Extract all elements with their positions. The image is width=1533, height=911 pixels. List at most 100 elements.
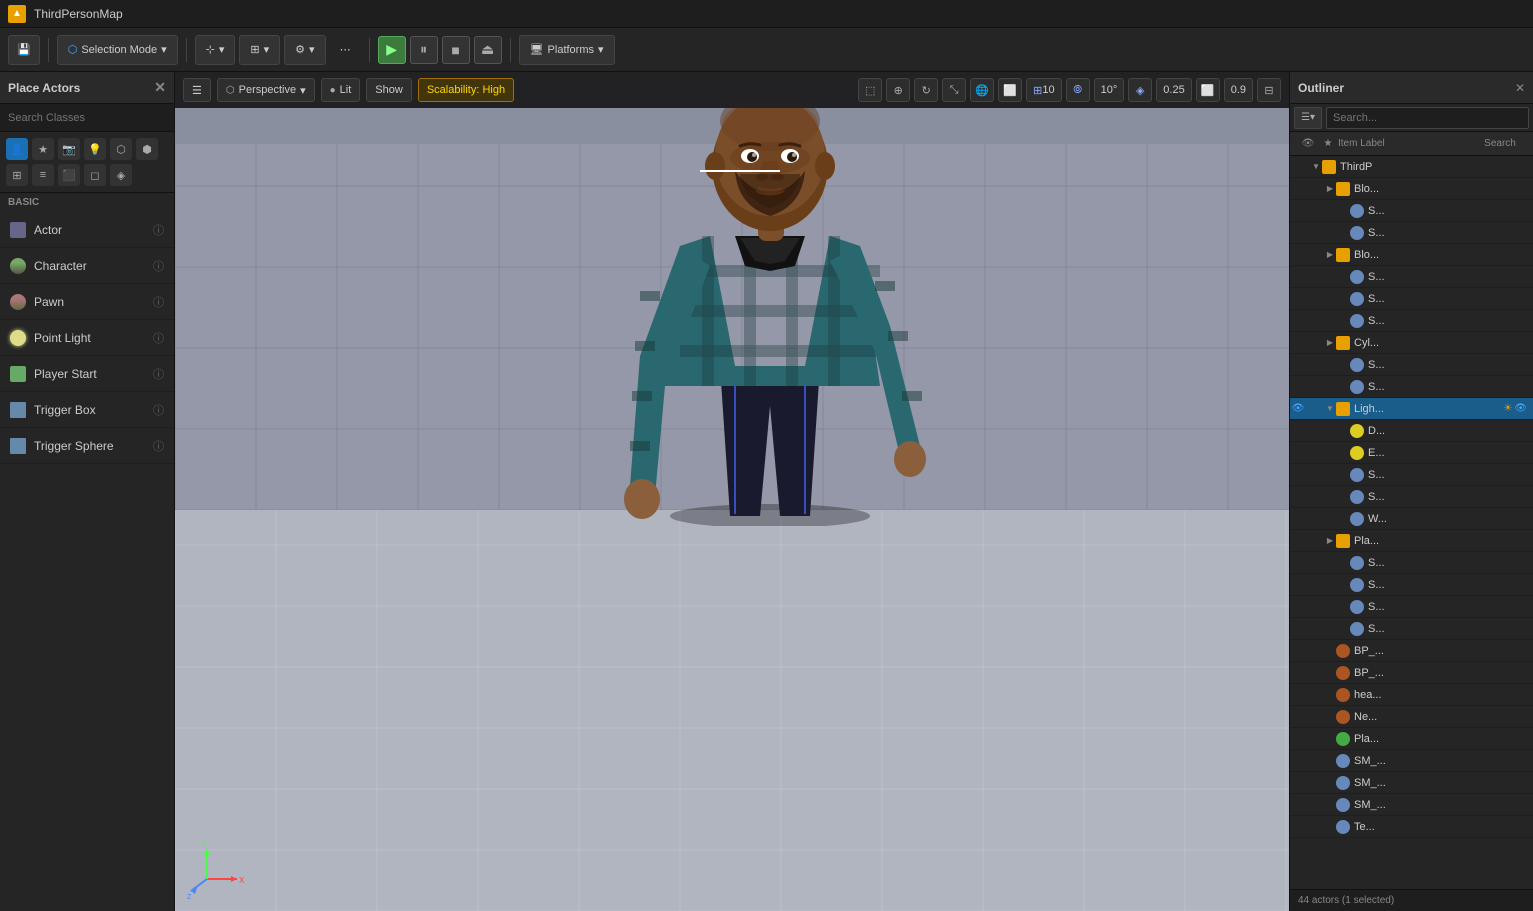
- actor-item-actor[interactable]: Actor ⓘ: [0, 212, 174, 248]
- pause-button[interactable]: ⏸: [410, 36, 438, 64]
- cat-r2-icon[interactable]: ◻: [84, 164, 106, 186]
- cat-camera-icon[interactable]: 📷: [58, 138, 80, 160]
- actor-info-actor[interactable]: ⓘ: [153, 222, 164, 238]
- transform-button[interactable]: ⊹▾: [195, 35, 236, 65]
- cat-all-icon[interactable]: ≡: [32, 164, 54, 186]
- actor-item-trigger-box[interactable]: Trigger Box ⓘ: [0, 392, 174, 428]
- rotate-icon[interactable]: ↻: [914, 78, 938, 102]
- snap-button[interactable]: ⊞▾: [239, 35, 280, 65]
- play-button[interactable]: ▶: [378, 36, 406, 64]
- scalability-button[interactable]: Scalability: High: [418, 78, 514, 102]
- angle-icon[interactable]: ⦾: [1066, 78, 1090, 102]
- actor-item-trigger-sphere[interactable]: Trigger Sphere ⓘ: [0, 428, 174, 464]
- tree-item-s7[interactable]: S...: [1290, 376, 1533, 398]
- tree-item-play[interactable]: ▶Pla...: [1290, 530, 1533, 552]
- platforms-button[interactable]: 🖥 Platforms ▾: [519, 35, 615, 65]
- outliner-search-input[interactable]: [1326, 107, 1529, 129]
- tree-arrow-play[interactable]: ▶: [1324, 536, 1336, 545]
- cat-r1-icon[interactable]: ⬛: [58, 164, 80, 186]
- cat-geo-icon[interactable]: ⬡: [110, 138, 132, 160]
- camera-icon[interactable]: ⬜: [1196, 78, 1220, 102]
- tree-item-bp[interactable]: BP_...: [1290, 640, 1533, 662]
- tree-item-pla[interactable]: Pla...: [1290, 728, 1533, 750]
- tree-item-s8[interactable]: S...: [1290, 464, 1533, 486]
- tree-arrow-blo2[interactable]: ▶: [1324, 250, 1336, 259]
- scale-snap-num[interactable]: 0.25: [1156, 78, 1191, 102]
- tree-item-sm2[interactable]: SM_...: [1290, 772, 1533, 794]
- tree-item-blo1[interactable]: ▶Blo...: [1290, 178, 1533, 200]
- tree-item-cyl[interactable]: ▶Cyl...: [1290, 332, 1533, 354]
- tree-item-s9[interactable]: S...: [1290, 486, 1533, 508]
- actor-info-trigger-sphere[interactable]: ⓘ: [153, 438, 164, 454]
- camera-ratio-num[interactable]: 0.9: [1224, 78, 1253, 102]
- actor-info-player-start[interactable]: ⓘ: [153, 366, 164, 382]
- surface-icon[interactable]: ⬜: [998, 78, 1022, 102]
- tree-arrow-thirdperson[interactable]: ▼: [1310, 162, 1322, 171]
- tree-item-sm1[interactable]: SM_...: [1290, 750, 1533, 772]
- tree-arrow-blo1[interactable]: ▶: [1324, 184, 1336, 193]
- save-button[interactable]: 💾: [8, 35, 40, 65]
- select-mode-icon[interactable]: ⬚: [858, 78, 882, 102]
- stop-button[interactable]: ■: [442, 36, 470, 64]
- angle-snap-num[interactable]: 10°: [1094, 78, 1125, 102]
- tree-item-tex[interactable]: Te...: [1290, 816, 1533, 838]
- cat-nav-icon[interactable]: ⊞: [6, 164, 28, 186]
- selection-mode-button[interactable]: ⬡ Selection Mode ▾: [57, 35, 178, 65]
- cat-lights-icon[interactable]: ★: [32, 138, 54, 160]
- cat-r3-icon[interactable]: ◈: [110, 164, 132, 186]
- search-classes-input[interactable]: [0, 104, 174, 132]
- world-icon[interactable]: 🌐: [970, 78, 994, 102]
- tree-eye-ligh[interactable]: 👁: [1290, 403, 1306, 414]
- tree-item-blo2[interactable]: ▶Blo...: [1290, 244, 1533, 266]
- outliner-close[interactable]: ✕: [1515, 81, 1525, 95]
- tree-arrow-ligh[interactable]: ▼: [1324, 404, 1336, 413]
- more-button[interactable]: ⋯: [330, 35, 361, 65]
- tree-item-ligh[interactable]: 👁▼Ligh...☀👁: [1290, 398, 1533, 420]
- actor-item-point-light[interactable]: Point Light ⓘ: [0, 320, 174, 356]
- tree-arrow-cyl[interactable]: ▶: [1324, 338, 1336, 347]
- tree-item-w1[interactable]: W...: [1290, 508, 1533, 530]
- actor-item-character[interactable]: Character ⓘ: [0, 248, 174, 284]
- outliner-filter-button[interactable]: ☰▾: [1294, 107, 1322, 129]
- perspective-button[interactable]: ⬡ Perspective ▾: [217, 78, 315, 102]
- translate-icon[interactable]: ⊕: [886, 78, 910, 102]
- show-button[interactable]: Show: [366, 78, 412, 102]
- lit-button[interactable]: ● Lit: [321, 78, 361, 102]
- tree-item-s13[interactable]: S...: [1290, 618, 1533, 640]
- actor-info-character[interactable]: ⓘ: [153, 258, 164, 274]
- actor-info-trigger-box[interactable]: ⓘ: [153, 402, 164, 418]
- tree-item-sm3[interactable]: SM_...: [1290, 794, 1533, 816]
- tree-item-s5[interactable]: S...: [1290, 310, 1533, 332]
- tree-item-d1[interactable]: D...: [1290, 420, 1533, 442]
- tree-item-s4[interactable]: S...: [1290, 288, 1533, 310]
- tree-item-s6[interactable]: S...: [1290, 354, 1533, 376]
- settings-icon[interactable]: ⊟: [1257, 78, 1281, 102]
- place-actors-close[interactable]: ✕: [154, 79, 166, 96]
- tree-item-s12[interactable]: S...: [1290, 596, 1533, 618]
- tree-item-hea[interactable]: hea...: [1290, 684, 1533, 706]
- actor-info-pawn[interactable]: ⓘ: [153, 294, 164, 310]
- tree-item-s3[interactable]: S...: [1290, 266, 1533, 288]
- eject-button[interactable]: ⏏: [474, 36, 502, 64]
- viewport[interactable]: ☰ ⬡ Perspective ▾ ● Lit Show Scalability…: [175, 72, 1289, 911]
- build-button[interactable]: ⚙▾: [284, 35, 325, 65]
- cat-basic-icon[interactable]: 👤: [6, 138, 28, 160]
- viewport-menu-button[interactable]: ☰: [183, 78, 211, 102]
- tree-item-nev[interactable]: Ne...: [1290, 706, 1533, 728]
- tree-item-s1[interactable]: S...: [1290, 200, 1533, 222]
- cat-volume-icon[interactable]: ⬢: [136, 138, 158, 160]
- scale-icon[interactable]: ⤡: [942, 78, 966, 102]
- tree-item-s11[interactable]: S...: [1290, 574, 1533, 596]
- tree-item-thirdperson[interactable]: ▼ThirdP: [1290, 156, 1533, 178]
- actor-item-pawn[interactable]: Pawn ⓘ: [0, 284, 174, 320]
- grid-snap-num[interactable]: ⊞ 10: [1026, 78, 1061, 102]
- tree-item-e1[interactable]: E...: [1290, 442, 1533, 464]
- cat-fx-icon[interactable]: 💡: [84, 138, 106, 160]
- tree-item-bpx[interactable]: BP_...: [1290, 662, 1533, 684]
- actor-info-point-light[interactable]: ⓘ: [153, 330, 164, 346]
- tree-eyeb-ligh[interactable]: 👁: [1514, 403, 1527, 414]
- scale-icon2[interactable]: ◈: [1128, 78, 1152, 102]
- actor-item-player-start[interactable]: Player Start ⓘ: [0, 356, 174, 392]
- tree-item-s2[interactable]: S...: [1290, 222, 1533, 244]
- tree-item-s10[interactable]: S...: [1290, 552, 1533, 574]
